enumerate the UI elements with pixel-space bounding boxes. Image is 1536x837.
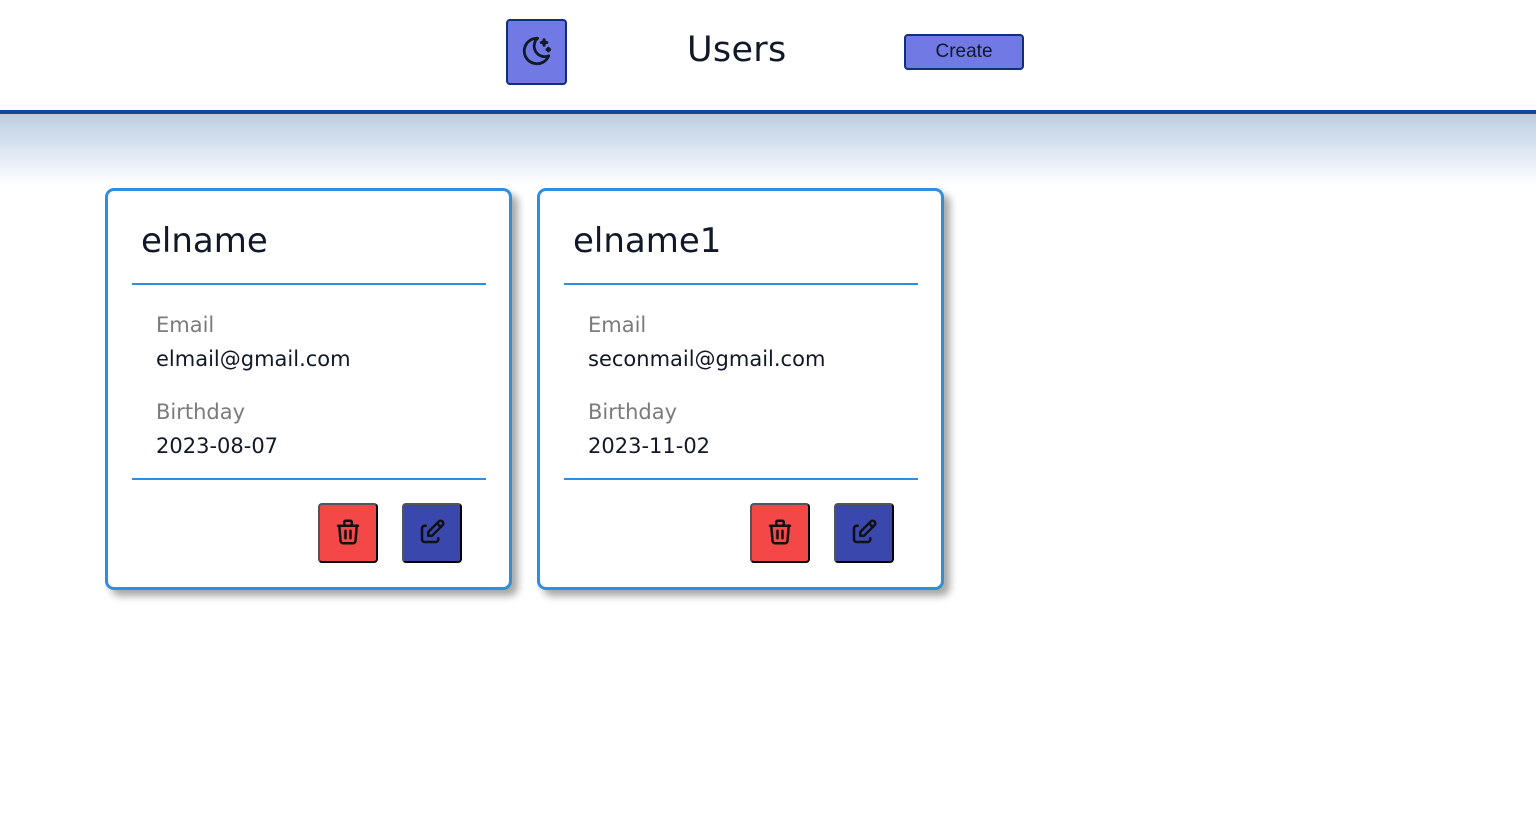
edit-icon	[417, 517, 447, 550]
page-title: Users	[687, 30, 787, 70]
divider	[132, 283, 486, 285]
divider	[564, 478, 918, 480]
birthday-value: 2023-11-02	[588, 434, 711, 458]
email-value: seconmail@gmail.com	[588, 347, 826, 371]
birthday-value: 2023-08-07	[156, 434, 279, 458]
divider	[564, 283, 918, 285]
user-card: elname Email elmail@gmail.com Birthday 2…	[105, 188, 512, 590]
birthday-label: Birthday	[588, 400, 678, 424]
trash-icon	[333, 517, 363, 550]
edit-button[interactable]	[402, 503, 462, 563]
moon-stars-icon	[520, 34, 554, 71]
user-name: elname1	[573, 221, 722, 261]
email-label: Email	[588, 313, 647, 337]
email-value: elmail@gmail.com	[156, 347, 351, 371]
theme-toggle-button[interactable]	[506, 19, 567, 85]
app-header: Users Create	[0, 0, 1536, 114]
edit-icon	[849, 517, 879, 550]
delete-button[interactable]	[318, 503, 378, 563]
delete-button[interactable]	[750, 503, 810, 563]
user-card: elname1 Email seconmail@gmail.com Birthd…	[537, 188, 944, 590]
user-name: elname	[141, 221, 268, 261]
edit-button[interactable]	[834, 503, 894, 563]
trash-icon	[765, 517, 795, 550]
email-label: Email	[156, 313, 215, 337]
divider	[132, 478, 486, 480]
birthday-label: Birthday	[156, 400, 246, 424]
create-button[interactable]: Create	[904, 34, 1024, 70]
header-shadow	[0, 114, 1536, 186]
